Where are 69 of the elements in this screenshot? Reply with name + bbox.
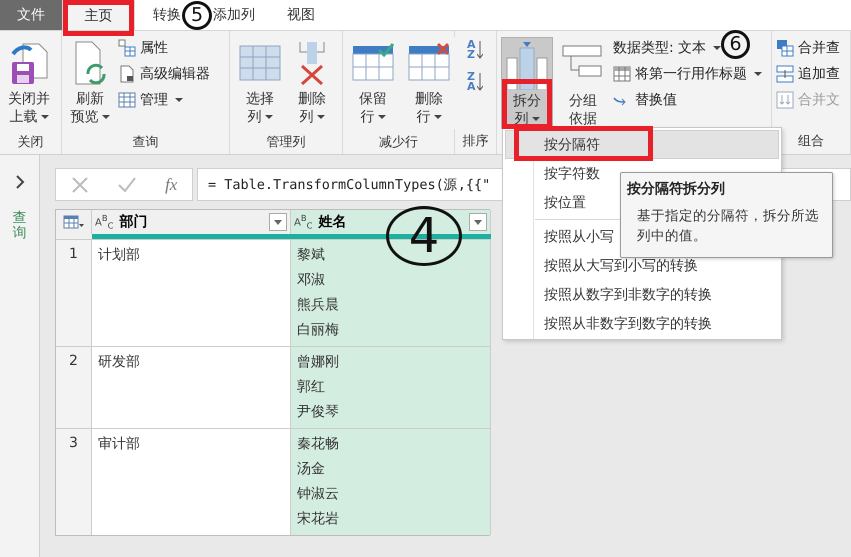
- caret-icon: [532, 116, 540, 122]
- table-cell-text: 熊兵晨: [297, 296, 340, 315]
- circled-number: 5: [182, 1, 212, 30]
- function-button[interactable]: fx: [165, 174, 178, 194]
- ribbon-button[interactable]: 合并查: [776, 37, 840, 59]
- arrow-down-icon: [476, 40, 483, 60]
- sort-button[interactable]: A Z: [467, 37, 483, 63]
- caret-icon: [316, 114, 324, 120]
- table-cell-text: 审计部: [98, 435, 141, 454]
- arrow-down-icon: [476, 72, 483, 92]
- table-icon: [118, 92, 136, 108]
- menu-item[interactable]: 按照从数字到非数字的转换: [505, 280, 779, 310]
- column-name: 部门: [119, 213, 148, 231]
- column-header[interactable]: A$^{B}$$_{C}$ 部门: [92, 210, 291, 234]
- table-cell-text: 钟淑云: [297, 485, 340, 504]
- table-cell-text: 白丽梅: [297, 321, 340, 340]
- tooltip-title: 按分隔符拆分列: [627, 180, 726, 198]
- caret-icon: [378, 114, 386, 120]
- group-label: 关闭: [18, 134, 44, 150]
- group-label: 查询: [132, 134, 158, 150]
- group-label: 管理列: [266, 134, 306, 150]
- table-cell-text: 郭红: [297, 378, 326, 397]
- caret-icon: [175, 97, 183, 103]
- merge-icon: [776, 39, 794, 57]
- ribbon-button[interactable]: 追加查: [776, 63, 840, 85]
- circled-number: 6: [721, 30, 750, 59]
- group-label: 排序: [462, 133, 488, 150]
- sort-button[interactable]: Z A: [467, 69, 483, 95]
- group-label: 减少行: [379, 134, 418, 150]
- file-tab[interactable]: 文件: [0, 0, 62, 30]
- filter-button[interactable]: [469, 213, 487, 231]
- row-number: 1: [56, 239, 92, 346]
- combine-files-icon: [776, 91, 794, 109]
- table-icon: [613, 66, 631, 82]
- properties-icon: [118, 39, 136, 57]
- row-number: 2: [56, 346, 92, 428]
- table-cell-text: 汤金: [297, 460, 326, 479]
- ribbon-button[interactable]: 高级编辑器: [118, 63, 210, 85]
- table-cell-text: 秦花畅: [297, 435, 340, 454]
- table-cell-text: 邓淑: [297, 271, 326, 290]
- table-cell-text: 黎斌: [297, 246, 326, 265]
- caret-icon: [713, 45, 722, 51]
- group-label: 组合: [798, 133, 824, 150]
- menu-item[interactable]: 按分隔符: [505, 130, 779, 160]
- split-column-icon: [505, 40, 549, 90]
- table-cell-text: 计划部: [98, 246, 141, 265]
- table-cell-text: 宋花岩: [297, 510, 340, 529]
- highlight-frame: [63, 0, 134, 36]
- table-menu-icon[interactable]: [62, 215, 84, 229]
- row-number: 3: [56, 428, 92, 535]
- caret-icon: [754, 71, 762, 77]
- table-cell-text: 研发部: [98, 353, 141, 372]
- table-cell-text: 曾娜刚: [297, 353, 340, 372]
- table-cell-text: 尹俊琴: [297, 403, 340, 422]
- expand-icon[interactable]: [14, 175, 24, 189]
- document-icon: [118, 65, 136, 83]
- queries-pane-label[interactable]: 查询: [12, 211, 26, 242]
- caret-icon: [264, 114, 272, 120]
- tooltip-text: 基于指定的分隔符，拆分所选列中的值。: [636, 207, 820, 246]
- menu-item[interactable]: 按照从非数字到数字的转换: [505, 310, 779, 339]
- caret-icon: [434, 114, 442, 120]
- caret-icon: [102, 114, 110, 120]
- caret-icon: [274, 220, 282, 224]
- column-name: 姓名: [318, 213, 348, 231]
- append-icon: [776, 65, 794, 83]
- check-icon[interactable]: [118, 176, 136, 192]
- caret-icon: [474, 220, 482, 224]
- filter-button[interactable]: [269, 213, 287, 231]
- caret-icon: [40, 114, 48, 120]
